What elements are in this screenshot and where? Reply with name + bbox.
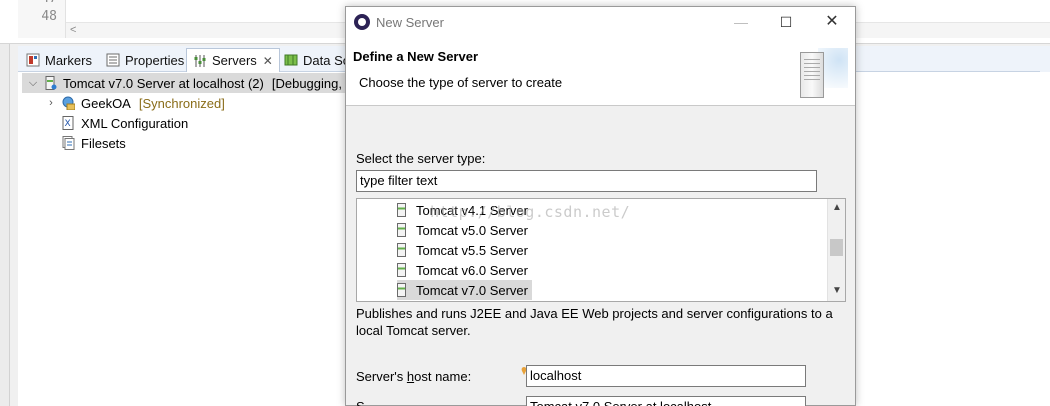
tomcat-server-icon xyxy=(397,283,406,297)
list-item-tomcat-5-5[interactable]: Tomcat v5.5 Server xyxy=(397,240,532,260)
line-number: 48 xyxy=(41,9,57,24)
server-icon xyxy=(44,76,57,90)
wizard-title: Define a New Server xyxy=(353,49,479,64)
dialog-title: New Server xyxy=(376,15,444,30)
server-name-input[interactable]: Tomcat v7.0 Server at localhost xyxy=(526,396,806,406)
eclipse-icon xyxy=(354,14,370,30)
list-item-label: Tomcat v7.0 Server xyxy=(416,282,528,298)
dialog-titlebar[interactable]: New Server — ☐ ✕ xyxy=(346,7,855,38)
list-item-tomcat-6-0[interactable]: Tomcat v6.0 Server xyxy=(397,260,532,280)
sync-status: [Synchronized] xyxy=(138,95,225,111)
tree-label: XML Configuration xyxy=(81,115,189,131)
list-item-label: Tomcat v4.1 Server xyxy=(416,202,528,218)
line-number-gutter: 47 48 xyxy=(18,0,66,38)
scroll-down-icon[interactable]: ▼ xyxy=(832,285,842,296)
list-item-tomcat-7-0[interactable]: Tomcat v7.0 Server xyxy=(397,280,532,300)
tomcat-server-icon xyxy=(397,263,406,277)
web-project-icon xyxy=(62,96,76,111)
module-label: GeekOA xyxy=(81,95,131,111)
tomcat-server-icon xyxy=(397,243,406,257)
tab-properties[interactable]: Properties xyxy=(100,48,190,72)
server-name-label: S xyxy=(356,399,365,406)
tab-label: Data So xyxy=(303,52,350,68)
expand-chevron-icon[interactable]: › xyxy=(44,97,58,109)
list-item-label: Tomcat v5.5 Server xyxy=(416,242,528,258)
host-name-label: Server's host name: xyxy=(356,369,472,384)
tab-servers[interactable]: Servers ✕ xyxy=(186,48,280,72)
host-name-input[interactable]: localhost xyxy=(526,365,806,387)
scroll-up-icon[interactable]: ▲ xyxy=(832,202,842,213)
tab-markers[interactable]: Markers xyxy=(20,48,98,72)
data-source-icon xyxy=(284,53,298,67)
server-type-label: Select the server type: xyxy=(356,151,486,166)
tomcat-server-icon xyxy=(397,203,406,217)
tree-row-geekoa[interactable]: › GeekOA [Synchronized] xyxy=(44,93,225,113)
maximize-button[interactable]: ☐ xyxy=(766,11,806,35)
close-tab-icon[interactable]: ✕ xyxy=(263,54,273,68)
filesets-icon xyxy=(62,136,75,150)
list-item-label: Tomcat v6.0 Server xyxy=(416,262,528,278)
left-window-edge xyxy=(0,0,10,406)
list-vertical-scrollbar[interactable]: ▲ ▼ xyxy=(827,199,845,301)
wizard-banner: Define a New Server Choose the type of s… xyxy=(346,38,855,106)
server-state: [Debugging, xyxy=(271,75,342,91)
tree-row-xml-configuration[interactable]: X XML Configuration xyxy=(62,113,188,133)
new-server-dialog: New Server — ☐ ✕ Define a New Server Cho… xyxy=(345,6,856,406)
server-type-list[interactable]: Tomcat v4.1 Server Tomcat v5.0 Server To… xyxy=(356,198,846,302)
server-wizard-icon xyxy=(786,48,848,100)
wizard-description: Choose the type of server to create xyxy=(359,75,563,90)
tab-label: Servers xyxy=(212,53,257,68)
minimize-button[interactable]: — xyxy=(721,11,761,35)
tomcat-server-icon xyxy=(397,223,406,237)
tree-label: Filesets xyxy=(81,135,126,151)
list-item-tomcat-4-1[interactable]: Tomcat v4.1 Server xyxy=(397,200,532,220)
properties-icon xyxy=(106,53,120,67)
type-filter-input[interactable]: type filter text xyxy=(356,170,817,192)
server-type-description: Publishes and runs J2EE and Java EE Web … xyxy=(356,306,833,338)
servers-icon xyxy=(193,54,207,68)
svg-text:X: X xyxy=(65,119,71,129)
list-item-tomcat-5-0[interactable]: Tomcat v5.0 Server xyxy=(397,220,532,240)
collapse-chevron-icon[interactable]: ⌵ xyxy=(26,77,40,90)
tab-label: Properties xyxy=(125,52,185,68)
line-number: 47 xyxy=(41,0,57,6)
scroll-left-icon[interactable]: < xyxy=(70,24,76,36)
tab-label: Markers xyxy=(45,52,92,68)
close-button[interactable]: ✕ xyxy=(812,11,852,35)
xml-file-icon: X xyxy=(62,116,75,130)
tree-row-filesets[interactable]: Filesets xyxy=(62,133,126,153)
list-item-label: Tomcat v5.0 Server xyxy=(416,222,528,238)
tree-row-tomcat-server[interactable]: ⌵ Tomcat v7.0 Server at localhost (2) [D… xyxy=(22,73,352,93)
scrollbar-thumb[interactable] xyxy=(830,239,843,256)
server-label: Tomcat v7.0 Server at localhost (2) xyxy=(63,75,264,91)
markers-icon xyxy=(26,53,40,67)
